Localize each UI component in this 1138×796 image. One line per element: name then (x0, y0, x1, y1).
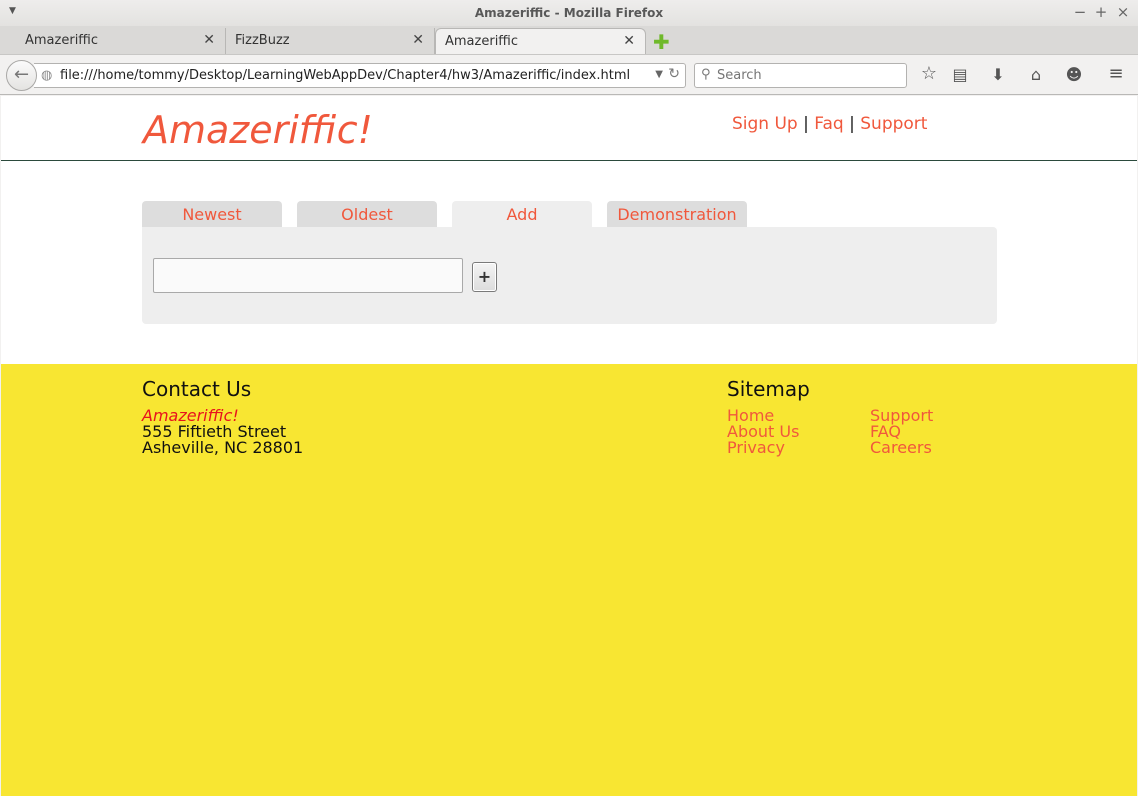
search-input[interactable] (717, 66, 902, 85)
nav-separator: | (849, 114, 855, 134)
add-button[interactable]: + (472, 262, 497, 292)
top-nav: Sign Up | Faq | Support (732, 114, 927, 134)
browser-tab-active[interactable]: Amazeriffic ✕ (435, 28, 646, 54)
browser-tab-label: FizzBuzz (235, 33, 290, 48)
tab-add[interactable]: Add (452, 201, 592, 228)
tab-content-panel: + (142, 227, 997, 324)
minimize-button[interactable]: − (1071, 3, 1089, 21)
url-bar[interactable]: ◍ file:///home/tommy/Desktop/LearningWeb… (34, 63, 686, 88)
page-content: Amazeriffic! Sign Up | Faq | Support New… (1, 96, 1137, 796)
new-tab-icon[interactable]: ✚ (653, 30, 670, 54)
home-icon[interactable]: ⌂ (1025, 65, 1047, 84)
url-dropdown-icon[interactable]: ▼ (655, 69, 663, 80)
browser-navbar: ◍ file:///home/tommy/Desktop/LearningWeb… (0, 54, 1138, 95)
sitemap-heading: Sitemap (727, 377, 810, 401)
close-tab-icon[interactable]: ✕ (203, 32, 215, 48)
tab-oldest[interactable]: Oldest (297, 201, 437, 227)
window-title: Amazeriffic - Mozilla Firefox (474, 6, 664, 20)
nav-separator: | (803, 114, 809, 134)
site-footer: Contact Us Amazeriffic! 555 Fiftieth Str… (1, 364, 1137, 796)
add-todo-input[interactable] (153, 258, 463, 293)
contact-heading: Contact Us (142, 377, 252, 401)
support-link[interactable]: Support (860, 114, 927, 134)
hamburger-menu-icon[interactable]: ≡ (1105, 63, 1127, 84)
close-tab-icon[interactable]: ✕ (623, 33, 635, 49)
back-button[interactable]: ← (6, 60, 37, 91)
window-titlebar: ▼ Amazeriffic - Mozilla Firefox − + × (0, 0, 1138, 26)
browser-tab[interactable]: FizzBuzz ✕ (226, 28, 435, 54)
browser-tab-bar: Amazeriffic ✕ FizzBuzz ✕ Amazeriffic ✕ (0, 26, 1138, 54)
close-window-button[interactable]: × (1114, 3, 1132, 21)
search-bar[interactable]: ⚲ (694, 63, 907, 88)
chat-icon[interactable]: ☻ (1063, 65, 1085, 84)
site-logo: Amazeriffic! (143, 108, 373, 152)
reading-list-icon[interactable]: ▤ (949, 65, 971, 84)
back-icon: ← (13, 64, 30, 85)
browser-tab-label: Amazeriffic (445, 34, 519, 49)
site-header: Amazeriffic! Sign Up | Faq | Support (1, 96, 1137, 161)
reload-icon[interactable]: ↻ (668, 66, 680, 82)
download-icon[interactable]: ⬇ (987, 65, 1009, 84)
contact-city: Asheville, NC 28801 (142, 438, 304, 457)
signup-link[interactable]: Sign Up (732, 114, 798, 134)
browser-tab[interactable]: Amazeriffic ✕ (0, 28, 226, 54)
sitemap-link-careers[interactable]: Careers (870, 440, 932, 456)
maximize-button[interactable]: + (1092, 3, 1110, 21)
tab-demonstration[interactable]: Demonstration (607, 201, 747, 227)
tab-newest[interactable]: Newest (142, 201, 282, 227)
sitemap-link-privacy[interactable]: Privacy (727, 440, 785, 456)
faq-link[interactable]: Faq (814, 114, 843, 134)
url-text[interactable]: file:///home/tommy/Desktop/LearningWebAp… (60, 68, 630, 83)
browser-tab-label: Amazeriffic (25, 33, 99, 48)
bookmark-star-icon[interactable]: ☆ (918, 63, 940, 84)
globe-icon: ◍ (41, 68, 53, 83)
close-tab-icon[interactable]: ✕ (412, 32, 424, 48)
search-icon: ⚲ (701, 67, 711, 82)
